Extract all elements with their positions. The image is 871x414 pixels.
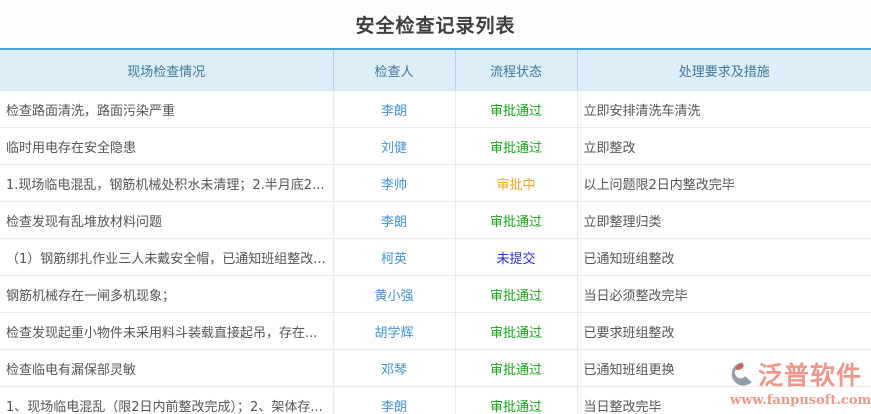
status-cell[interactable]: 审批通过 (455, 349, 578, 387)
status-cell[interactable]: 审批通过 (455, 127, 578, 165)
inspector-cell[interactable]: 柯英 (333, 238, 456, 276)
situation-cell: 检查临电有漏保部灵敏 (0, 349, 334, 387)
table-row[interactable]: 1、现场临电混乱（限2日内前整改完成）；2、架体存... 李朗 审批通过 当日整改完毕 (0, 386, 871, 414)
inspector-cell[interactable]: 胡学辉 (333, 312, 456, 350)
table-header-row: 现场检查情况 检查人 流程状态 处理要求及措施 (0, 49, 871, 91)
situation-cell: 检查发现有乱堆放材料问题 (0, 201, 334, 239)
measure-cell: 立即整改 (577, 127, 871, 165)
measure-cell: 已要求班组整改 (577, 312, 871, 350)
inspector-cell[interactable]: 李朗 (333, 201, 456, 239)
table-body: 检查路面清洗，路面污染严重 李朗 审批通过 立即安排清洗车清洗 临时用电存在安全隐患 刘健… (0, 90, 871, 414)
inspector-cell[interactable]: 刘健 (333, 127, 456, 165)
col-header-measures: 处理要求及措施 (577, 49, 871, 91)
status-cell[interactable]: 审批通过 (455, 312, 578, 350)
col-header-flow-status: 流程状态 (455, 49, 578, 91)
table-row[interactable]: 临时用电存在安全隐患 刘健 审批通过 立即整改 (0, 127, 871, 165)
table-row[interactable]: 钢筋机械存在一闸多机现象； 黄小强 审批通过 当日必须整改完毕 (0, 275, 871, 313)
situation-cell: 临时用电存在安全隐患 (0, 127, 334, 165)
measure-cell: 当日整改完毕 (577, 386, 871, 414)
table-row[interactable]: 检查发现起重小物件未采用料斗装载直接起吊，存在... 胡学辉 审批通过 已要求班组整改 (0, 312, 871, 350)
status-cell[interactable]: 审批通过 (455, 386, 578, 414)
inspector-cell[interactable]: 李帅 (333, 164, 456, 202)
table-row[interactable]: 检查发现有乱堆放材料问题 李朗 审批通过 立即整理归类 (0, 201, 871, 239)
situation-cell: 1.现场临电混乱，钢筋机械处积水未清理；2.半月底2... (0, 164, 334, 202)
status-cell[interactable]: 审批中 (455, 164, 578, 202)
table-row[interactable]: （1）钢筋绑扎作业三人未戴安全帽，已通知班组整改... 柯英 未提交 已通知班组整改 (0, 238, 871, 276)
status-cell[interactable]: 未提交 (455, 238, 578, 276)
col-header-site-situation: 现场检查情况 (0, 49, 334, 91)
table-row[interactable]: 检查临电有漏保部灵敏 邓琴 审批通过 已通知班组更换 (0, 349, 871, 387)
situation-cell: （1）钢筋绑扎作业三人未戴安全帽，已通知班组整改... (0, 238, 334, 276)
measure-cell: 立即整理归类 (577, 201, 871, 239)
inspector-cell[interactable]: 李朗 (333, 90, 456, 128)
safety-inspection-record-page: 安全检查记录列表 现场检查情况 检查人 流程状态 处理要求及措施 检查路面清洗，… (0, 0, 871, 414)
status-cell[interactable]: 审批通过 (455, 275, 578, 313)
status-cell[interactable]: 审批通过 (455, 90, 578, 128)
situation-cell: 检查路面清洗，路面污染严重 (0, 90, 334, 128)
measure-cell: 以上问题限2日内整改完毕 (577, 164, 871, 202)
measure-cell: 立即安排清洗车清洗 (577, 90, 871, 128)
inspection-record-table: 现场检查情况 检查人 流程状态 处理要求及措施 检查路面清洗，路面污染严重 李朗审… (0, 48, 871, 414)
table-row[interactable]: 检查路面清洗，路面污染严重 李朗 审批通过 立即安排清洗车清洗 (0, 90, 871, 128)
inspector-cell[interactable]: 邓琴 (333, 349, 456, 387)
page-title: 安全检查记录列表 (355, 15, 516, 37)
situation-cell: 检查发现起重小物件未采用料斗装载直接起吊，存在... (0, 312, 334, 350)
table-row[interactable]: 1.现场临电混乱，钢筋机械处积水未清理；2.半月底2... 李帅 审批中 以上问题限2… (0, 164, 871, 202)
measure-cell: 已通知班组更换 (577, 349, 871, 387)
inspector-cell[interactable]: 李朗 (333, 386, 456, 414)
col-header-inspector: 检查人 (333, 49, 456, 91)
situation-cell: 钢筋机械存在一闸多机现象； (0, 275, 334, 313)
measure-cell: 当日必须整改完毕 (577, 275, 871, 313)
measure-cell: 已通知班组整改 (577, 238, 871, 276)
inspector-cell[interactable]: 黄小强 (333, 275, 456, 313)
situation-cell: 1、现场临电混乱（限2日内前整改完成）；2、架体存... (0, 386, 334, 414)
status-cell[interactable]: 审批通过 (455, 201, 578, 239)
